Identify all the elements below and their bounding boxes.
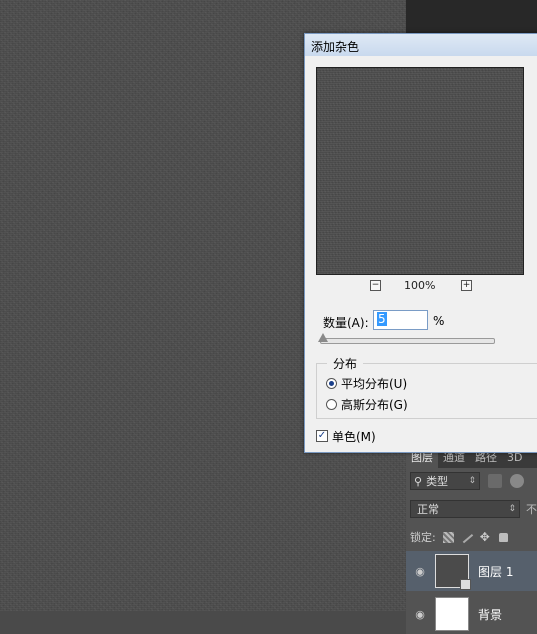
layer-filter-select[interactable]: ⚲ 类型 ⇕ xyxy=(410,472,480,490)
radio-button[interactable] xyxy=(326,398,337,410)
amount-value: 5 xyxy=(377,312,387,326)
layer-name: 图层 1 xyxy=(478,564,514,579)
blend-mode-select[interactable]: 正常 ⇕ xyxy=(410,500,520,518)
lock-image-icon[interactable] xyxy=(460,531,473,543)
dialog-titlebar[interactable]: 添加杂色 xyxy=(305,34,537,56)
radio-gaussian[interactable]: 高斯分布(G) xyxy=(326,396,408,412)
layer-thumbnail xyxy=(435,554,471,590)
layer-row-layer1[interactable]: ◉ 图层 1 xyxy=(406,551,537,591)
lock-transparent-icon[interactable] xyxy=(442,531,454,543)
radio-uniform[interactable]: 平均分布(U) xyxy=(326,375,407,391)
lock-all-icon[interactable] xyxy=(498,532,508,542)
distribution-title: 分布 xyxy=(327,355,364,372)
adjustment-filter-icon[interactable] xyxy=(510,474,524,488)
amount-slider-track[interactable] xyxy=(320,338,495,344)
chevron-updown-icon: ⇕ xyxy=(508,504,516,514)
amount-label: 数量(A): xyxy=(323,316,369,330)
blend-row: 正常 ⇕ 不 xyxy=(410,499,537,519)
zoom-level: 100% xyxy=(404,279,436,292)
preview-area[interactable] xyxy=(316,67,524,275)
lock-label: 锁定: xyxy=(410,531,436,544)
chevron-updown-icon: ⇕ xyxy=(468,476,476,486)
radio-label: 平均分布(U) xyxy=(341,376,408,391)
amount-input[interactable]: 5 xyxy=(373,310,428,330)
monochromatic-checkbox[interactable]: ✓ xyxy=(316,430,328,442)
monochromatic-label: 单色(M) xyxy=(332,429,376,444)
radio-button[interactable] xyxy=(326,377,337,389)
layer-thumbnail xyxy=(435,597,469,631)
layers-panel: 图层 通道 路径 3D ⚲ 类型 ⇕ 正常 ⇕ 不 锁定: ✥ ◉ 图层 1 ◉ xyxy=(406,448,537,634)
filter-kind-label: 类型 xyxy=(426,475,449,488)
add-noise-dialog: 添加杂色 − 100% + 数量(A): 5 % 分布 平均分布(U) 高斯分布… xyxy=(304,33,537,453)
zoom-controls: − 100% + xyxy=(367,279,477,294)
layer-row-background[interactable]: ◉ 背景 xyxy=(406,594,537,634)
image-filter-icon[interactable] xyxy=(488,474,502,488)
zoom-in-button[interactable]: + xyxy=(461,280,472,291)
opacity-label: 不 xyxy=(526,503,537,516)
smart-object-icon xyxy=(460,579,471,590)
layer-name: 背景 xyxy=(478,607,503,622)
radio-label: 高斯分布(G) xyxy=(341,397,408,412)
layer-filter-row: ⚲ 类型 ⇕ xyxy=(410,471,537,491)
lock-position-icon[interactable]: ✥ xyxy=(480,531,492,543)
zoom-out-button[interactable]: − xyxy=(370,280,381,291)
monochromatic-option[interactable]: ✓ 单色(M) xyxy=(316,428,376,444)
amount-unit: % xyxy=(433,314,445,328)
lock-row: 锁定: ✥ xyxy=(410,527,537,547)
amount-slider-thumb[interactable] xyxy=(318,333,329,342)
blend-mode-value: 正常 xyxy=(417,503,439,516)
eye-icon[interactable]: ◉ xyxy=(412,565,428,578)
eye-icon[interactable]: ◉ xyxy=(412,608,428,621)
dialog-title: 添加杂色 xyxy=(311,40,360,54)
search-icon: ⚲ xyxy=(414,474,423,488)
